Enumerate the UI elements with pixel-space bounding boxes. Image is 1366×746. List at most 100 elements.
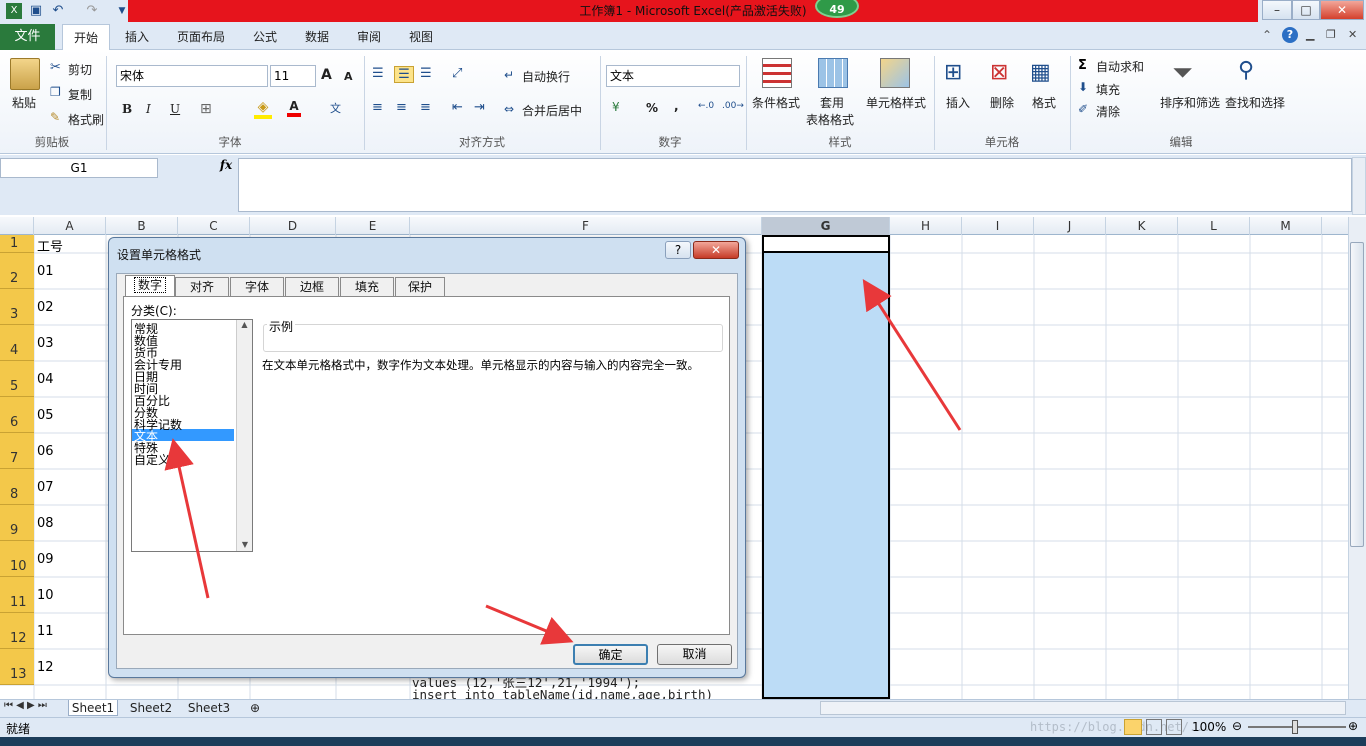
format-cells-button[interactable]: 格式	[1032, 94, 1056, 111]
shrink-font-button[interactable]: A	[344, 70, 353, 83]
fill-button[interactable]: 填充	[1096, 81, 1120, 98]
insert-sheet-icon[interactable]: ⊕	[244, 700, 266, 716]
align-right-icon[interactable]: ≡	[420, 100, 431, 115]
workbook-minimize-icon[interactable]: ▁	[1306, 28, 1314, 41]
name-box[interactable]: G1	[0, 158, 158, 178]
dialog-tab-fill[interactable]: 填充	[340, 277, 394, 297]
row-header[interactable]: 4	[0, 325, 34, 361]
conditional-format-button[interactable]: 条件格式	[752, 94, 800, 111]
tab-data[interactable]: 数据	[298, 24, 336, 50]
fill-color-icon[interactable]: ◈	[254, 99, 272, 119]
page-layout-view-icon[interactable]	[1146, 719, 1162, 735]
italic-button[interactable]: I	[146, 102, 151, 116]
border-icon[interactable]: ⊞	[200, 101, 212, 117]
row-header[interactable]: 1	[0, 235, 34, 253]
align-center-icon[interactable]: ≡	[396, 100, 407, 115]
row-header[interactable]: 10	[0, 541, 34, 577]
cell-a3[interactable]: 02	[37, 300, 54, 315]
row-header[interactable]: 3	[0, 289, 34, 325]
format-as-table-button[interactable]: 套用	[820, 94, 844, 111]
selected-column-g[interactable]	[762, 235, 890, 699]
accounting-format-icon[interactable]: ¥	[612, 100, 620, 114]
format-as-table-button-line2[interactable]: 表格格式	[806, 111, 854, 128]
cell-a5[interactable]: 04	[37, 372, 54, 387]
sheet-tab-active[interactable]: Sheet1	[68, 700, 118, 716]
column-header[interactable]: A	[34, 217, 106, 235]
column-header[interactable]: I	[962, 217, 1034, 235]
grow-font-button[interactable]: A	[321, 67, 332, 83]
font-name-combo[interactable]: 宋体	[116, 65, 268, 87]
close-window-button[interactable]: ✕	[1320, 0, 1364, 20]
formula-input[interactable]	[238, 158, 1352, 212]
column-header[interactable]: B	[106, 217, 178, 235]
cell-a12[interactable]: 11	[37, 624, 54, 639]
zoom-slider-thumb[interactable]	[1292, 720, 1298, 734]
align-middle-icon[interactable]: ☰	[394, 66, 414, 83]
merge-center-button[interactable]: 合并后居中	[522, 102, 582, 119]
zoom-level[interactable]: 100%	[1192, 720, 1226, 734]
cell-a11[interactable]: 10	[37, 588, 54, 603]
column-header[interactable]: H	[890, 217, 962, 235]
undo-icon[interactable]: ↶	[50, 3, 66, 19]
column-header[interactable]: D	[250, 217, 336, 235]
row-header[interactable]: 12	[0, 613, 34, 649]
tab-page-layout[interactable]: 页面布局	[170, 24, 232, 50]
dialog-tab-alignment[interactable]: 对齐	[175, 277, 229, 297]
phonetic-icon[interactable]: 文	[330, 100, 341, 116]
autosum-button[interactable]: 自动求和	[1096, 58, 1144, 75]
paste-button[interactable]: 粘贴	[12, 94, 36, 111]
tab-formulas[interactable]: 公式	[246, 24, 284, 50]
scroll-up-icon[interactable]: ▲	[237, 320, 252, 329]
sheet-tab[interactable]: Sheet2	[124, 700, 178, 716]
tab-insert[interactable]: 插入	[118, 24, 156, 50]
cell-a13[interactable]: 12	[37, 660, 54, 675]
tab-view[interactable]: 视图	[402, 24, 440, 50]
zoom-out-icon[interactable]: ⊖	[1232, 719, 1242, 733]
redo-icon[interactable]: ↷	[84, 3, 100, 19]
insert-cells-button[interactable]: 插入	[946, 94, 970, 111]
cell-a4[interactable]: 03	[37, 336, 54, 351]
row-header[interactable]: 13	[0, 649, 34, 685]
decrease-decimal-icon[interactable]: .00→	[722, 101, 744, 111]
font-size-combo[interactable]: 11	[270, 65, 316, 87]
horizontal-scrollbar[interactable]	[820, 701, 1346, 715]
cell-a6[interactable]: 05	[37, 408, 54, 423]
dialog-tab-number[interactable]: 数字	[125, 275, 175, 297]
insert-function-button[interactable]: fx	[216, 158, 236, 178]
align-bottom-icon[interactable]: ☰	[420, 66, 432, 81]
tab-review[interactable]: 审阅	[350, 24, 388, 50]
help-icon[interactable]: ?	[1282, 27, 1298, 43]
bold-button[interactable]: B	[122, 102, 132, 116]
row-header[interactable]: 2	[0, 253, 34, 289]
copy-button[interactable]: 复制	[68, 86, 92, 103]
wrap-text-button[interactable]: 自动换行	[522, 68, 570, 85]
row-header[interactable]: 7	[0, 433, 34, 469]
column-header[interactable]: L	[1178, 217, 1250, 235]
dialog-tab-protection[interactable]: 保护	[395, 277, 445, 297]
select-all-corner[interactable]	[0, 217, 34, 235]
dialog-tab-font[interactable]: 字体	[230, 277, 284, 297]
cell-a2[interactable]: 01	[37, 264, 54, 279]
maximize-button[interactable]: □	[1292, 0, 1320, 20]
cell-a8[interactable]: 07	[37, 480, 54, 495]
cut-button[interactable]: 剪切	[68, 61, 92, 78]
row-header[interactable]: 11	[0, 577, 34, 613]
sheet-nav-icons[interactable]: ⏮ ◀ ▶ ⏭	[4, 700, 47, 711]
ribbon-minimize-icon[interactable]: ⌃	[1262, 28, 1272, 42]
column-header[interactable]: J	[1034, 217, 1106, 235]
normal-view-icon[interactable]	[1124, 719, 1142, 735]
increase-decimal-icon[interactable]: ←.0	[698, 101, 714, 111]
cell-styles-button[interactable]: 单元格样式	[866, 94, 926, 111]
orientation-icon[interactable]: ⤢	[452, 66, 462, 81]
tab-file[interactable]: 文件	[0, 24, 55, 50]
workbook-close-icon[interactable]: ✕	[1348, 28, 1357, 41]
cell-a9[interactable]: 08	[37, 516, 54, 531]
cancel-button[interactable]: 取消	[657, 644, 732, 665]
cell-a1[interactable]: 工号	[37, 236, 63, 255]
clear-button[interactable]: 清除	[1096, 103, 1120, 120]
increase-indent-icon[interactable]: ⇥	[474, 100, 485, 115]
row-header[interactable]: 6	[0, 397, 34, 433]
row-header[interactable]: 8	[0, 469, 34, 505]
column-header[interactable]: E	[336, 217, 410, 235]
sort-filter-button[interactable]: 排序和筛选	[1160, 94, 1220, 111]
